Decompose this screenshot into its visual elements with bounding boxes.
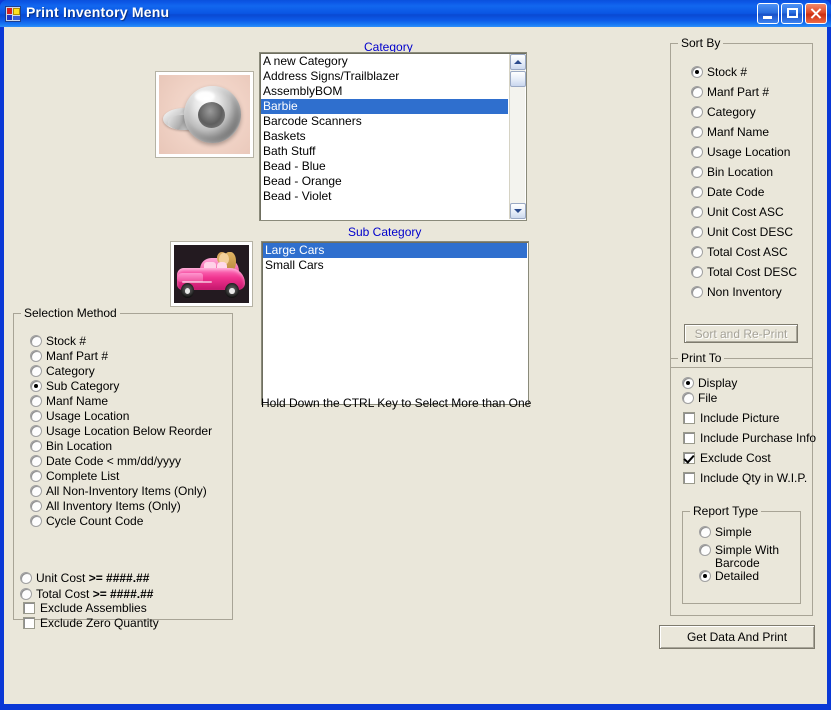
sort-by-option-category[interactable]: Category [691,106,756,119]
category-option-bead-blue[interactable]: Bead - Blue [261,159,508,174]
cost-filter-operator: >= ####.## [88,571,150,585]
sort-by-option-unit-cost-asc[interactable]: Unit Cost ASC [691,206,784,219]
selection-method-option-sub-category[interactable]: Sub Category [30,380,119,393]
app-icon [5,6,21,22]
selection-method-group: Selection Method Stock # Manf Part # Categ… [13,306,233,630]
sort-by-option-manf-name[interactable]: Manf Name [691,126,769,139]
print-to-title: Print To [678,351,725,365]
selection-method-option-bin-location[interactable]: Bin Location [30,440,112,453]
report-type-option-simple[interactable]: Simple [699,526,752,539]
report-type-option-simple-with-barcode[interactable]: Simple With Barcode [699,544,807,570]
print-to-option-file[interactable]: File [682,392,717,405]
sort-by-option-total-cost-asc[interactable]: Total Cost ASC [691,246,788,259]
selection-method-check-exclude-zero-quantity[interactable]: Exclude Zero Quantity [23,617,159,630]
category-option-assemblybom[interactable]: AssemblyBOM [261,84,508,99]
sort-by-option-total-cost-desc[interactable]: Total Cost DESC [691,266,797,279]
print-to-group: Print To Display File Include Picture Incl… [670,351,816,616]
sort-by-option-unit-cost-desc[interactable]: Unit Cost DESC [691,226,793,239]
category-scrollbar[interactable] [509,54,526,219]
scroll-up-icon[interactable] [510,54,526,70]
report-type-title: Report Type [690,504,762,518]
selection-method-option-all-inventory-items-only[interactable]: All Inventory Items (Only) [30,500,181,513]
sort-by-option-non-inventory[interactable]: Non Inventory [691,286,782,299]
window-title: Print Inventory Menu [26,4,170,20]
category-option-bead-orange[interactable]: Bead - Orange [261,174,508,189]
category-option-address-signs-trailblazer[interactable]: Address Signs/Trailblazer [261,69,508,84]
sub-category-listbox[interactable]: Large Cars Small Cars [261,241,529,405]
selection-method-option-usage-location-below-reorder[interactable]: Usage Location Below Reorder [30,425,212,438]
sort-by-title: Sort By [678,36,724,50]
category-option-barcode-scanners[interactable]: Barcode Scanners [261,114,508,129]
selection-method-option-stock[interactable]: Stock # [30,335,86,348]
selection-method-option-cycle-count-code[interactable]: Cycle Count Code [30,515,143,528]
application-window: Print Inventory Menu Category A new Cate… [0,0,831,710]
cost-filter-operator: >= ####.## [92,587,154,601]
category-listbox[interactable]: A new Category Address Signs/Trailblazer A… [259,52,527,221]
maximize-icon[interactable] [781,3,803,24]
selection-method-option-manf-part[interactable]: Manf Part # [30,350,108,363]
report-type-option-detailed[interactable]: Detailed [699,570,759,583]
print-to-check-include-purchase-info[interactable]: Include Purchase Info [683,432,816,445]
sub-category-option-large-cars[interactable]: Large Cars [263,243,527,258]
selection-method-option-all-non-inventory-items-only[interactable]: All Non-Inventory Items (Only) [30,485,207,498]
ctrl-key-hint: Hold Down the CTRL Key to Select More th… [261,396,532,410]
print-to-check-exclude-cost[interactable]: Exclude Cost [683,452,771,465]
cost-filter-label: Unit Cost [36,571,89,585]
selection-method-option-manf-name[interactable]: Manf Name [30,395,108,408]
sort-by-option-bin-location[interactable]: Bin Location [691,166,773,179]
get-data-and-print-button[interactable]: Get Data And Print [659,625,815,649]
scrollbar-thumb[interactable] [510,71,526,87]
window-controls [757,3,827,24]
selection-method-cost-unit-cost[interactable]: Unit Cost >= ####.## [20,572,149,585]
selection-method-option-complete-list[interactable]: Complete List [30,470,119,483]
report-type-group: Report Type Simple Simple With Barcode Det… [682,504,801,604]
selection-method-option-date-code-mm-dd-yyyy[interactable]: Date Code < mm/dd/yyyy [30,455,181,468]
sub-category-label: Sub Category [348,225,422,239]
sort-and-reprint-button[interactable]: Sort and Re-Print [684,324,798,343]
category-picture [155,71,254,158]
client-area: Category A new Category Address Signs/Tra… [4,27,827,704]
sub-category-picture [170,241,253,307]
selection-method-cost-total-cost[interactable]: Total Cost >= ####.## [20,588,153,601]
print-to-check-include-picture[interactable]: Include Picture [683,412,779,425]
category-option-bead-violet[interactable]: Bead - Violet [261,189,508,204]
category-option-bath-stuff[interactable]: Bath Stuff [261,144,508,159]
sort-by-group: Sort By Stock # Manf Part # Category Manf N… [670,36,813,368]
category-option-a-new-category[interactable]: A new Category [261,54,508,69]
category-option-baskets[interactable]: Baskets [261,129,508,144]
selection-method-check-exclude-assemblies[interactable]: Exclude Assemblies [23,602,147,615]
selection-method-option-usage-location[interactable]: Usage Location [30,410,129,423]
close-icon[interactable] [805,3,827,24]
category-option-barbie[interactable]: Barbie [261,99,508,114]
sub-category-option-small-cars[interactable]: Small Cars [263,258,527,273]
cost-filter-label: Total Cost [36,587,93,601]
selection-method-option-category[interactable]: Category [30,365,95,378]
sort-by-option-stock[interactable]: Stock # [691,66,747,79]
selection-method-title: Selection Method [21,306,120,320]
scroll-down-icon[interactable] [510,203,526,219]
sort-by-option-date-code[interactable]: Date Code [691,186,764,199]
sort-by-option-manf-part[interactable]: Manf Part # [691,86,769,99]
print-to-check-include-qty-in-w-i-p[interactable]: Include Qty in W.I.P. [683,472,807,485]
sort-by-option-usage-location[interactable]: Usage Location [691,146,790,159]
print-to-option-display[interactable]: Display [682,377,737,390]
minimize-icon[interactable] [757,3,779,24]
title-bar: Print Inventory Menu [0,0,831,27]
